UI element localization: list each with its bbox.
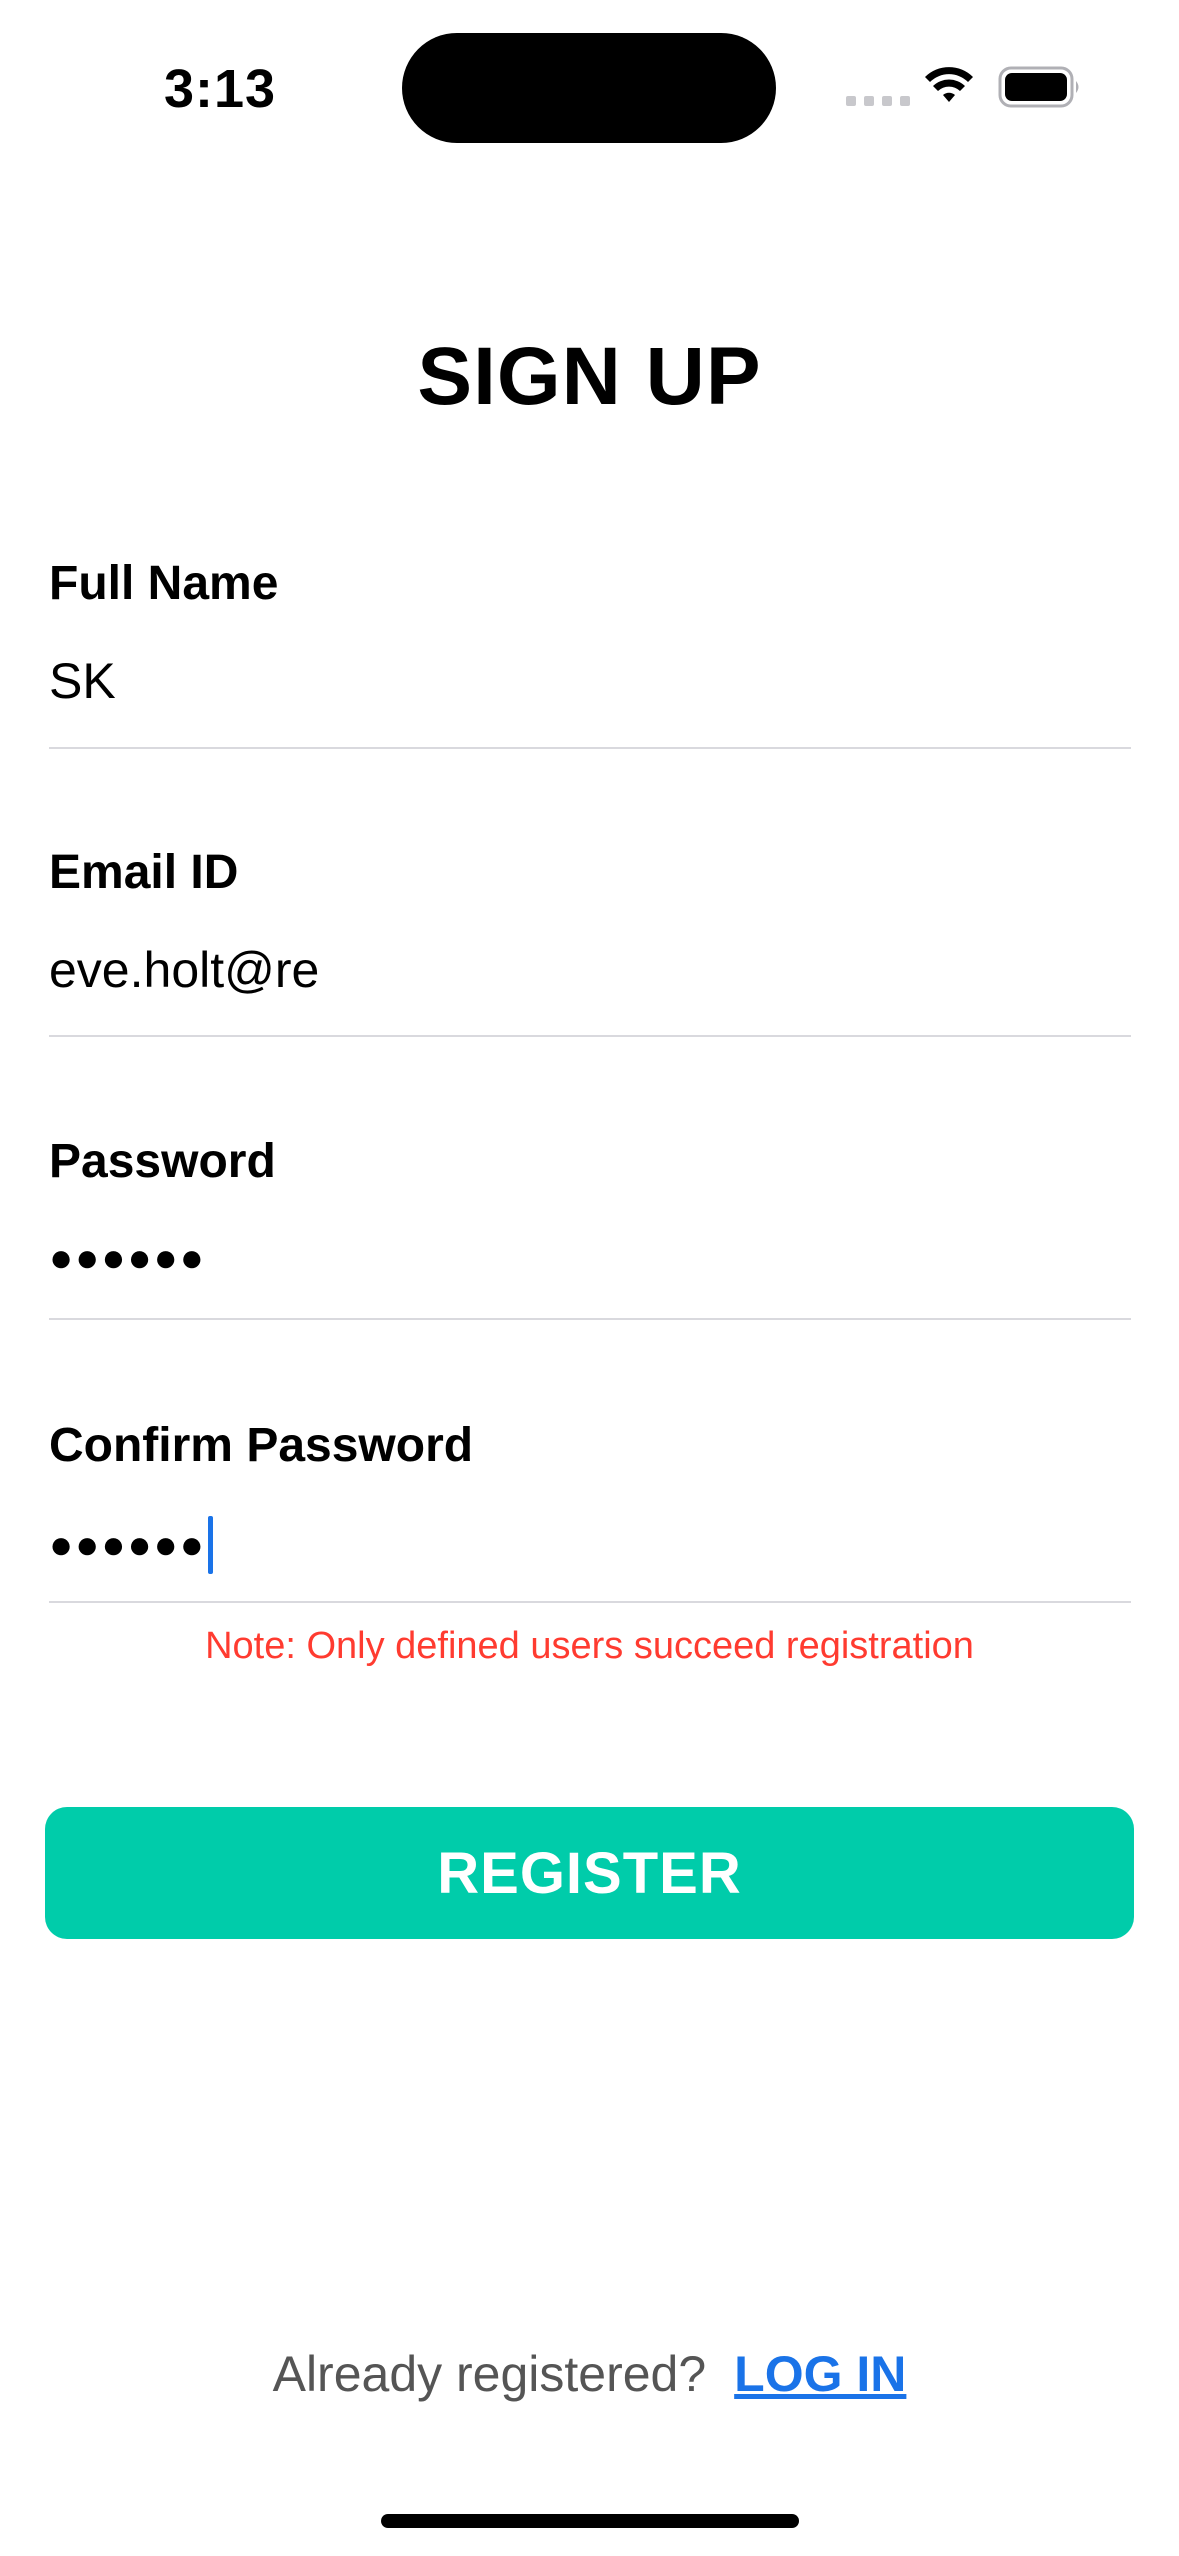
email-field[interactable]: Email ID eve.holt@re — [49, 845, 1131, 1040]
cellular-signal-icon — [846, 96, 910, 106]
full-name-underline — [49, 747, 1131, 749]
home-indicator[interactable] — [381, 2514, 799, 2528]
full-name-label: Full Name — [49, 557, 279, 610]
already-registered-text: Already registered? — [272, 2346, 707, 2402]
login-link[interactable]: LOG IN — [734, 2345, 906, 2403]
confirm-password-masked-value: ●●●●●● — [49, 1523, 206, 1567]
confirm-password-input[interactable]: ●●●●●● — [49, 1516, 213, 1574]
full-name-field[interactable]: Full Name SK — [49, 556, 1131, 751]
login-prompt-row: Already registered? LOG IN — [0, 2345, 1179, 2403]
password-masked-value: ●●●●●● — [49, 1236, 206, 1280]
email-label: Email ID — [49, 846, 239, 899]
page-title: SIGN UP — [417, 331, 762, 422]
text-cursor — [207, 1516, 213, 1574]
wifi-icon — [925, 67, 973, 102]
password-field[interactable]: Password ●●●●●● — [49, 1134, 1131, 1329]
battery-icon — [998, 66, 1079, 108]
status-time: 3:13 — [164, 59, 277, 119]
password-label: Password — [49, 1135, 276, 1188]
register-button-label: REGISTER — [437, 1840, 742, 1906]
password-input[interactable]: ●●●●●● — [49, 1238, 206, 1278]
dynamic-island — [402, 33, 776, 143]
confirm-password-underline — [49, 1601, 1131, 1603]
email-underline — [49, 1035, 1131, 1037]
password-underline — [49, 1318, 1131, 1320]
email-input[interactable]: eve.holt@re — [49, 941, 319, 999]
confirm-password-field[interactable]: Confirm Password ●●●●●● — [49, 1418, 1131, 1613]
register-button[interactable]: REGISTER — [45, 1807, 1134, 1939]
registration-note: Note: Only defined users succeed registr… — [205, 1625, 974, 1667]
confirm-password-label: Confirm Password — [49, 1419, 474, 1472]
full-name-input[interactable]: SK — [49, 652, 116, 710]
